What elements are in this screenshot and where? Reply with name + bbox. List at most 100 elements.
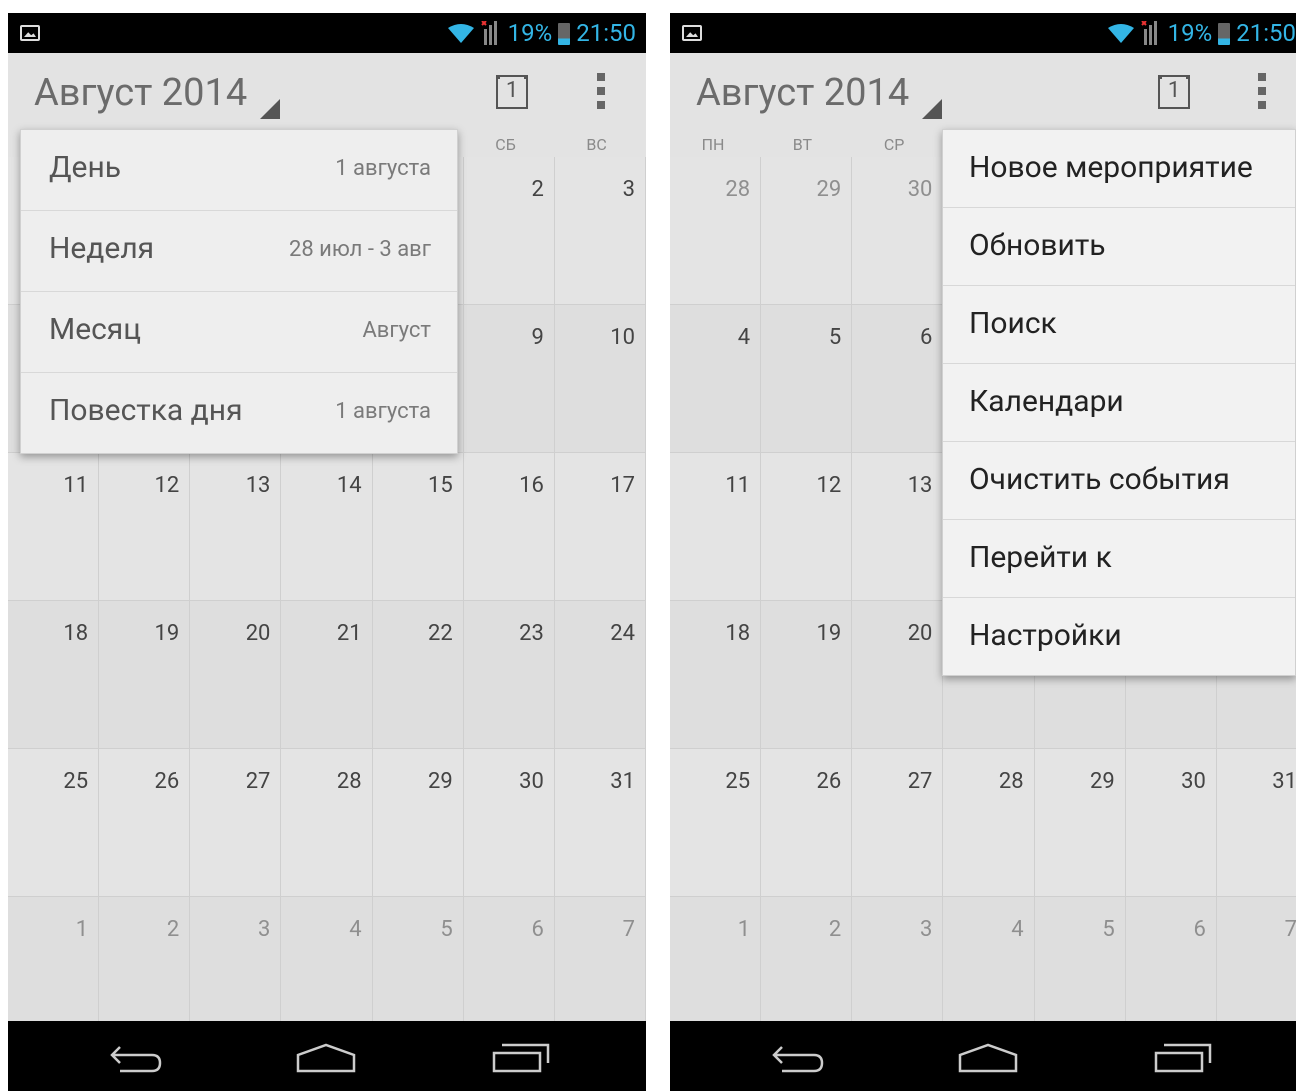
day-number: 15 [427,473,453,498]
menu-item[interactable]: Перейти к [943,520,1295,598]
day-number: 23 [519,621,544,646]
day-cell[interactable]: 15 [372,453,464,601]
today-calendar-icon[interactable]: 1 [1158,75,1190,109]
menu-item[interactable]: Обновить [943,208,1295,286]
day-cell[interactable]: 26 [761,749,853,897]
menu-item-label: Очистить события [969,462,1230,497]
day-cell[interactable]: 11 [670,453,762,601]
overflow-menu-icon[interactable] [1258,73,1268,109]
action-bar: Август 2014 1 [670,53,1296,129]
day-cell[interactable]: 16 [463,453,555,601]
day-cell[interactable]: 13 [852,453,944,601]
day-of-week-label: СБ [495,135,516,154]
day-cell[interactable]: 14 [281,453,373,601]
day-cell[interactable]: 26 [99,749,191,897]
recent-apps-icon[interactable] [1154,1043,1214,1073]
day-number: 19 [154,621,180,646]
day-number: 29 [427,769,453,794]
day-cell[interactable]: 30 [463,749,555,897]
view-option-value: 28 июл - 3 авг [288,237,431,262]
menu-item[interactable]: Очистить события [943,442,1295,520]
dropdown-triangle-icon[interactable] [260,99,280,119]
day-number: 2 [531,177,544,202]
day-cell[interactable]: 21 [281,601,373,749]
day-cell[interactable]: 3 [554,157,646,305]
day-number: 3 [258,917,271,942]
dropdown-triangle-icon[interactable] [922,99,942,119]
day-cell[interactable]: 29 [761,157,853,305]
day-cell[interactable]: 18 [670,601,762,749]
day-cell[interactable]: 18 [8,601,100,749]
back-icon[interactable] [108,1043,164,1073]
home-icon[interactable] [958,1043,1018,1073]
view-option[interactable]: Неделя 28 июл - 3 авг [21,211,457,292]
action-bar: Август 2014 1 [8,53,646,129]
recent-apps-icon[interactable] [492,1043,552,1073]
month-title[interactable]: Август 2014 [696,71,909,115]
day-cell[interactable]: 31 [554,749,646,897]
day-cell[interactable]: 9 [463,305,555,453]
day-cell[interactable]: 12 [99,453,191,601]
day-cell[interactable]: 20 [190,601,282,749]
day-cell[interactable]: 25 [8,749,100,897]
view-option-label: Неделя [49,231,155,266]
menu-item-label: Календари [969,384,1124,419]
view-option-value: 1 августа [335,399,431,424]
day-number: 12 [154,473,180,498]
back-icon[interactable] [770,1043,826,1073]
month-title[interactable]: Август 2014 [34,71,247,115]
menu-item[interactable]: Поиск [943,286,1295,364]
view-option[interactable]: Повестка дня 1 августа [21,373,457,453]
day-cell[interactable]: 12 [761,453,853,601]
day-cell[interactable]: 31 [1216,749,1296,897]
day-cell[interactable]: 19 [99,601,191,749]
day-cell[interactable]: 24 [554,601,646,749]
day-cell[interactable]: 27 [852,749,944,897]
day-cell[interactable]: 27 [190,749,282,897]
view-option[interactable]: День 1 августа [21,130,457,211]
day-cell[interactable]: 30 [1125,749,1217,897]
day-cell[interactable]: 23 [463,601,555,749]
day-cell[interactable]: 28 [670,157,762,305]
day-number: 6 [531,917,544,942]
day-cell[interactable]: 30 [852,157,944,305]
day-cell[interactable]: 6 [852,305,944,453]
day-cell[interactable]: 4 [670,305,762,453]
day-cell[interactable]: 13 [190,453,282,601]
day-number: 5 [828,325,842,350]
day-number: 17 [610,473,635,498]
day-cell[interactable]: 10 [554,305,646,453]
day-cell[interactable]: 22 [372,601,464,749]
day-cell[interactable]: 19 [761,601,853,749]
wifi-icon [447,22,474,44]
phone-screen-left: 19% 21:50 Август 2014 1 ПНВТСРЧТПТСБВС 2… [8,13,646,1091]
today-calendar-icon[interactable]: 1 [496,75,528,109]
day-cell[interactable]: 2 [463,157,555,305]
menu-item-label: Настройки [969,618,1122,653]
wifi-icon [1107,22,1134,44]
view-option-value: 1 августа [335,156,431,181]
day-number: 4 [737,325,751,350]
day-cell[interactable]: 25 [670,749,762,897]
menu-item[interactable]: Настройки [943,598,1295,675]
overflow-menu-icon[interactable] [597,73,607,109]
battery-percent: 19% [507,19,553,47]
day-cell[interactable]: 17 [554,453,646,601]
day-cell[interactable]: 20 [852,601,944,749]
day-cell[interactable]: 28 [943,749,1035,897]
day-cell[interactable]: 11 [8,453,100,601]
day-cell[interactable]: 5 [761,305,853,453]
day-cell[interactable]: 29 [372,749,464,897]
day-number: 28 [336,769,362,794]
day-cell[interactable]: 29 [1034,749,1126,897]
view-option[interactable]: Месяц Август [21,292,457,373]
day-number: 25 [725,769,751,794]
home-icon[interactable] [296,1043,356,1073]
menu-item[interactable]: Новое мероприятие [943,130,1295,208]
day-number: 31 [1272,769,1296,794]
day-number: 27 [245,769,271,794]
day-number: 11 [725,473,751,498]
menu-item[interactable]: Календари [943,364,1295,442]
battery-icon [1218,23,1231,45]
day-cell[interactable]: 28 [281,749,373,897]
